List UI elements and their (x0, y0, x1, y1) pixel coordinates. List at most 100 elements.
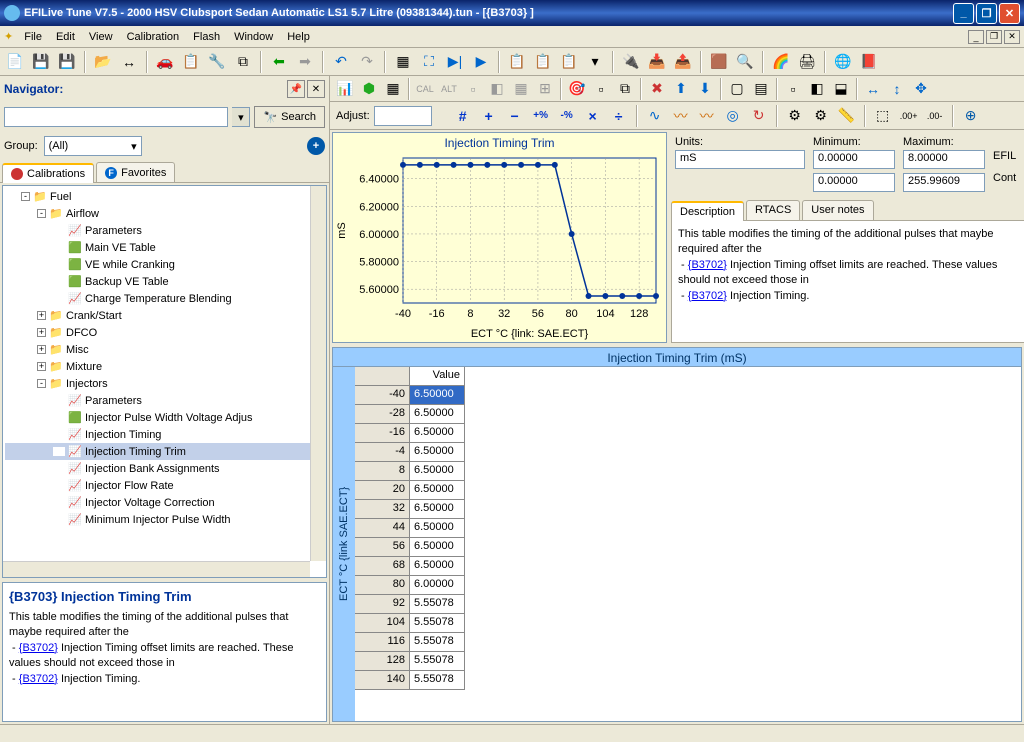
open-icon[interactable]: 📂 (92, 51, 114, 73)
globe-icon[interactable]: 🌐 (832, 51, 854, 73)
expander-icon[interactable]: - (21, 192, 30, 201)
tab-rtacs[interactable]: RTACS (746, 200, 800, 220)
divide-icon[interactable]: ÷ (608, 105, 630, 127)
row-header[interactable]: 32 (355, 500, 410, 519)
search-input[interactable] (4, 107, 228, 127)
copy-icon[interactable]: 📋 (506, 51, 528, 73)
tree-node[interactable]: 📈Injection Timing (5, 426, 324, 443)
reload-icon[interactable]: ↔ (118, 51, 140, 73)
row-header[interactable]: 140 (355, 671, 410, 690)
nav-close-icon[interactable]: ✕ (307, 80, 325, 98)
tree-node[interactable]: 📈Parameters (5, 392, 324, 409)
windows-icon[interactable]: ⧉ (614, 78, 636, 100)
link-b3702[interactable]: {B3702} (19, 673, 58, 685)
paste-special-icon[interactable]: 📋 (558, 51, 580, 73)
table-cell[interactable]: 6.50000 (410, 443, 465, 462)
back-icon[interactable]: ⬅ (268, 51, 290, 73)
expander-icon[interactable]: + (37, 311, 46, 320)
tree-node[interactable]: +📁Misc (5, 341, 324, 358)
row-header[interactable]: 104 (355, 614, 410, 633)
expander-icon[interactable]: - (37, 209, 46, 218)
menu-flash[interactable]: Flash (186, 29, 227, 45)
fit1-icon[interactable]: ⚙ (784, 105, 806, 127)
refresh-icon[interactable]: ↻ (748, 105, 770, 127)
expand-icon[interactable]: ⛶ (418, 51, 440, 73)
target2-icon[interactable]: ◎ (722, 105, 744, 127)
percent-minus-icon[interactable]: -% (556, 105, 578, 127)
grid1-icon[interactable]: ▫ (462, 78, 484, 100)
tab-favorites[interactable]: F Favorites (96, 162, 175, 182)
dec-add-icon[interactable]: .00+ (898, 105, 920, 127)
layout1-icon[interactable]: ▫ (782, 78, 804, 100)
tree-node[interactable]: 📈Parameters (5, 222, 324, 239)
help-icon[interactable]: 📕 (858, 51, 880, 73)
cube-view-icon[interactable]: ⬢ (358, 78, 380, 100)
table-cell[interactable]: 6.50000 (410, 538, 465, 557)
table-cell[interactable]: 6.50000 (410, 462, 465, 481)
adjust-input[interactable] (374, 106, 432, 126)
multiply-icon[interactable]: × (582, 105, 604, 127)
tab-usernotes[interactable]: User notes (802, 200, 873, 220)
group-select[interactable]: (All) ▾ (44, 136, 142, 156)
percent-plus-icon[interactable]: +% (530, 105, 552, 127)
row-header[interactable]: 8 (355, 462, 410, 481)
mdi-close-button[interactable]: ✕ (1004, 30, 1020, 44)
tree-node[interactable]: 📈Injection Bank Assignments (5, 460, 324, 477)
link-b3702[interactable]: {B3702} (688, 259, 727, 271)
save-all-icon[interactable]: 💾 (56, 51, 78, 73)
dec-sub-icon[interactable]: .00- (924, 105, 946, 127)
search-button[interactable]: 🔭 Search (254, 106, 325, 128)
menu-edit[interactable]: Edit (49, 29, 82, 45)
link-b3702[interactable]: {B3702} (688, 290, 727, 302)
row-header[interactable]: -16 (355, 424, 410, 443)
expander-icon[interactable]: + (37, 362, 46, 371)
select2-icon[interactable]: ▤ (750, 78, 772, 100)
disable-icon[interactable]: ✖ (646, 78, 668, 100)
redo-icon[interactable]: ↷ (356, 51, 378, 73)
axis2-icon[interactable]: ⬇ (694, 78, 716, 100)
column-header[interactable]: Value (410, 367, 465, 386)
row-header[interactable]: -28 (355, 405, 410, 424)
alt-icon[interactable]: ALT (438, 78, 460, 100)
tree-node[interactable]: -📁Fuel (5, 188, 324, 205)
menu-view[interactable]: View (82, 29, 120, 45)
tree-node[interactable]: +📁DFCO (5, 324, 324, 341)
grid-view-icon[interactable]: ▦ (382, 78, 404, 100)
tree-node[interactable]: 🟩Main VE Table (5, 239, 324, 256)
read-icon[interactable]: 📥 (646, 51, 668, 73)
search-dropdown-icon[interactable]: ▾ (232, 107, 250, 127)
tree-node[interactable]: 📈Injector Voltage Correction (5, 494, 324, 511)
tree-node[interactable]: 📈Minimum Injector Pulse Width (5, 511, 324, 528)
ruler-icon[interactable]: 📏 (836, 105, 858, 127)
tree-node[interactable]: 🟩VE while Cranking (5, 256, 324, 273)
tree-node[interactable]: 🟩Injector Pulse Width Voltage Adjus (5, 409, 324, 426)
tree-scrollbar-vertical[interactable] (310, 186, 326, 561)
plus-icon[interactable]: + (478, 105, 500, 127)
grid4-icon[interactable]: ⊞ (534, 78, 556, 100)
tree-node[interactable]: 📈Injector Flow Rate (5, 477, 324, 494)
row-header[interactable]: 128 (355, 652, 410, 671)
rainbow-icon[interactable]: 🌈 (770, 51, 792, 73)
select1-icon[interactable]: ▢ (726, 78, 748, 100)
tree-node[interactable]: 📈Charge Temperature Blending (5, 290, 324, 307)
grid3-icon[interactable]: ▦ (510, 78, 532, 100)
minimize-button[interactable]: _ (953, 3, 974, 24)
table-cell[interactable]: 5.55078 (410, 633, 465, 652)
row-header[interactable]: 116 (355, 633, 410, 652)
play-icon[interactable]: ▶ (470, 51, 492, 73)
grid2-icon[interactable]: ◧ (486, 78, 508, 100)
layout3-icon[interactable]: ⬓ (830, 78, 852, 100)
add-circle-icon[interactable]: ⊕ (960, 105, 982, 127)
table-cell[interactable]: 6.50000 (410, 500, 465, 519)
link-b3702[interactable]: {B3702} (19, 642, 58, 654)
mdi-restore-button[interactable]: ❐ (986, 30, 1002, 44)
vehicle-icon[interactable]: 🚗 (154, 51, 176, 73)
close-button[interactable]: ✕ (999, 3, 1020, 24)
forward-icon[interactable]: ➡ (294, 51, 316, 73)
smooth2-icon[interactable]: 〰 (696, 105, 718, 127)
hash-icon[interactable]: # (452, 105, 474, 127)
chip-icon[interactable]: 🟫 (708, 51, 730, 73)
nav-pin-icon[interactable]: 📌 (287, 80, 305, 98)
menu-file[interactable]: File (17, 29, 49, 45)
row-header[interactable]: 56 (355, 538, 410, 557)
